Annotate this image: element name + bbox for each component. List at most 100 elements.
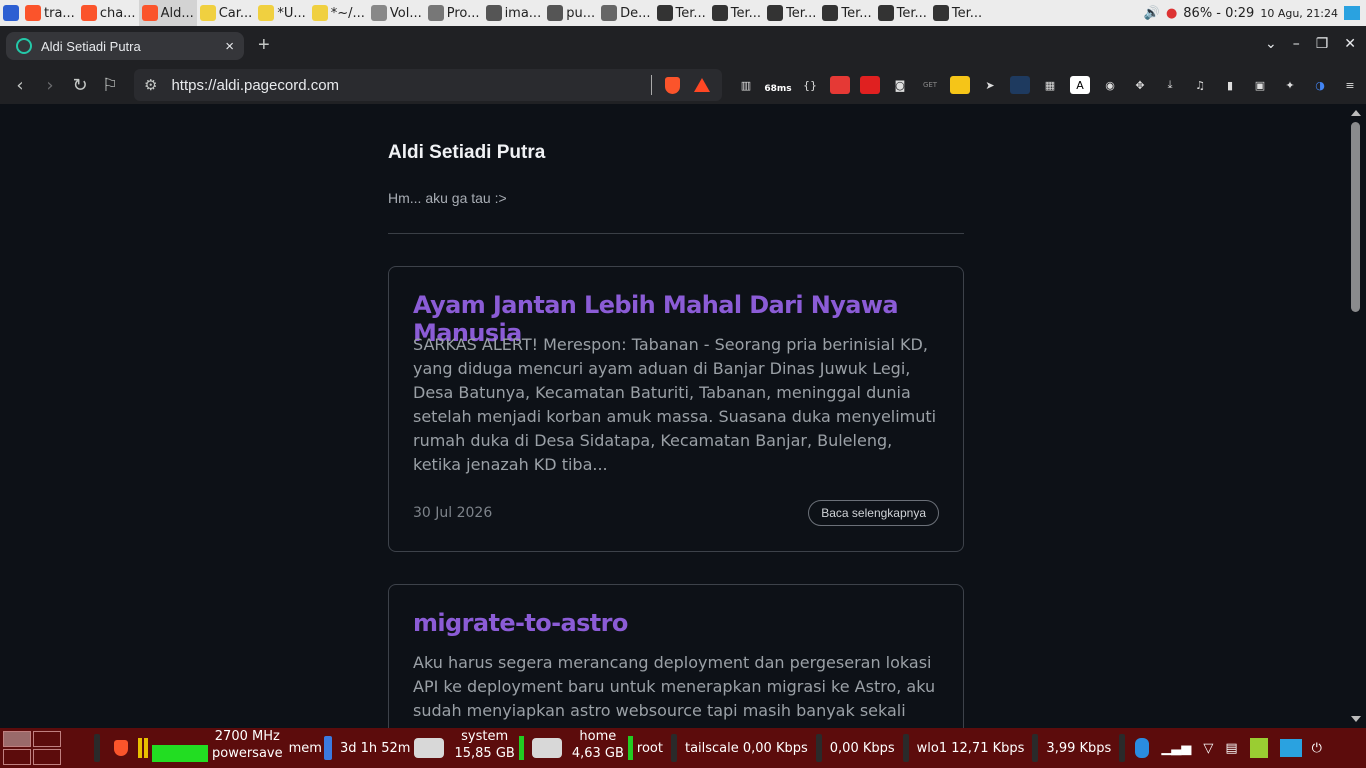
separator [1032, 734, 1039, 762]
read-more-button[interactable]: Baca selengkapnya [808, 500, 939, 526]
taskbar-window-button[interactable]: Ter... [875, 0, 930, 26]
wifi-icon[interactable]: ▽ [1203, 741, 1213, 756]
desktop-3[interactable] [3, 749, 31, 765]
sidebar-icon[interactable]: ▮ [1220, 76, 1240, 94]
extension-icon[interactable] [950, 76, 970, 94]
extension-icon[interactable]: GET [920, 76, 940, 94]
taskbar-window-button[interactable]: Ald... [138, 0, 197, 26]
notification-icon[interactable]: ● [1166, 6, 1177, 21]
post-card: Ayam Jantan Lebih Mahal Dari Nyawa Manus… [388, 266, 964, 552]
extension-icon[interactable]: ▦ [1040, 76, 1060, 94]
app-launcher[interactable] [0, 0, 22, 26]
volume-icon[interactable]: 🔊 [1144, 6, 1160, 21]
ping-extension-icon[interactable]: 68ms [764, 76, 791, 94]
address-bar[interactable]: ⚙ https://aldi.pagecord.com [134, 69, 722, 101]
site-settings-icon[interactable]: ⚙ [144, 76, 157, 94]
brave-shields-icon[interactable] [665, 76, 680, 94]
taskbar-window-button[interactable]: cha... [78, 0, 139, 26]
post-title[interactable]: migrate-to-astro [413, 609, 628, 637]
taskbar-window-button[interactable]: Ter... [930, 0, 985, 26]
bluetooth-icon[interactable] [1135, 738, 1150, 758]
taskbar-window-button[interactable]: *U... [255, 0, 308, 26]
menu-icon[interactable]: ≡ [1340, 76, 1360, 94]
forward-icon[interactable]: › [35, 75, 65, 96]
tailscale-up-rate: 0,00 Kbps [829, 740, 895, 756]
clock[interactable]: 10 Agu, 21:24 [1260, 7, 1338, 20]
brave-taskbar-icon[interactable] [114, 740, 128, 756]
puzzle-icon[interactable]: ✥ [1130, 76, 1150, 94]
url-text[interactable]: https://aldi.pagecord.com [171, 77, 339, 94]
extension-icon[interactable]: ▥ [736, 76, 756, 94]
taskbar-window-button[interactable]: Car... [197, 0, 256, 26]
profile-icon[interactable]: ◑ [1310, 76, 1330, 94]
tab-title: Aldi Setiadi Putra [41, 38, 141, 54]
maximize-icon[interactable]: ❐ [1316, 36, 1329, 52]
site-title[interactable]: Aldi Setiadi Putra [388, 142, 545, 164]
taskbar-window-button[interactable]: pu... [544, 0, 598, 26]
window-label: pu... [566, 5, 596, 21]
extension-icon[interactable]: A [1070, 76, 1090, 94]
desktop-1[interactable] [3, 731, 31, 747]
app-icon [311, 5, 328, 21]
taskbar-window-button[interactable]: tra... [22, 0, 78, 26]
cpu-freq-widget: 2700 MHz powersave [208, 728, 287, 768]
tab-search-icon[interactable]: ⌄ [1265, 36, 1277, 52]
desktop-4[interactable] [33, 749, 61, 765]
taskbar-window-button[interactable]: Vol... [368, 0, 425, 26]
desktop-icon[interactable] [1344, 6, 1360, 20]
site-description: Hm... aku ga tau :> [388, 190, 507, 206]
window-label: Ter... [786, 5, 817, 21]
taskbar-window-button[interactable]: Ter... [819, 0, 874, 26]
extension-icon[interactable] [830, 76, 850, 94]
wallet-icon[interactable]: ▣ [1250, 76, 1270, 94]
close-window-icon[interactable]: ✕ [1344, 36, 1356, 52]
battery-status[interactable]: 86% - 0:29 [1183, 6, 1254, 21]
window-label: Car... [218, 5, 253, 21]
taskbar-window-button[interactable]: ima... [483, 0, 545, 26]
taskbar-window-button[interactable]: Ter... [654, 0, 709, 26]
app-icon [485, 5, 502, 21]
download-icon[interactable]: ⤓ [1160, 76, 1180, 94]
tab-active[interactable]: Aldi Setiadi Putra × [6, 32, 244, 60]
scroll-up-icon[interactable] [1351, 110, 1361, 116]
taskbar-window-button[interactable]: Ter... [764, 0, 819, 26]
json-extension-icon[interactable]: {} [800, 76, 820, 94]
scrollbar-thumb[interactable] [1351, 122, 1360, 312]
leo-ai-icon[interactable]: ✦ [1280, 76, 1300, 94]
taskbar-window-button[interactable]: *~/... [309, 0, 368, 26]
taskbar-window-button[interactable]: Pro... [425, 0, 483, 26]
taskbar-window-button[interactable]: De... [598, 0, 653, 26]
scrollbar[interactable] [1348, 104, 1366, 728]
window-label: Ter... [730, 5, 762, 21]
tab-close-icon[interactable]: × [225, 38, 234, 55]
clipboard-icon[interactable]: ▤ [1225, 741, 1237, 756]
trash-icon[interactable] [1249, 738, 1268, 758]
signal-icon[interactable]: ▁▃▅ [1161, 741, 1191, 756]
reload-icon[interactable]: ↻ [65, 75, 95, 96]
scroll-down-icon[interactable] [1351, 716, 1361, 722]
drive-system: system 15,85 GB [450, 728, 518, 768]
drive-name: system [461, 729, 509, 744]
app-icon [258, 5, 275, 21]
window-label: Ter... [675, 5, 706, 21]
taskbar-window-button[interactable]: Ter... [709, 0, 764, 26]
brave-rewards-icon[interactable] [694, 78, 710, 92]
app-icon [547, 5, 564, 21]
record-icon[interactable]: ◉ [1100, 76, 1120, 94]
extension-icon[interactable] [860, 76, 880, 94]
cursor-icon[interactable]: ➤ [980, 76, 1000, 94]
desktop-2[interactable] [33, 731, 61, 747]
wlo1-rate: wlo1 12,71 Kbps [916, 740, 1025, 756]
power-icon[interactable]: ⏻ [1312, 741, 1322, 756]
extension-icon[interactable] [1010, 76, 1030, 94]
music-icon[interactable]: ♫ [1190, 76, 1210, 94]
screenshot-icon[interactable] [1279, 739, 1302, 757]
tailscale-rate: tailscale 0,00 Kbps [684, 740, 808, 756]
new-tab-button[interactable]: + [258, 34, 270, 57]
bookmark-icon[interactable]: ⚐ [95, 75, 125, 96]
back-icon[interactable]: ‹ [5, 75, 35, 96]
pager[interactable] [0, 728, 64, 768]
extensions-area: ▥ 68ms {} ◙ GET ➤ ▦ A ◉ ✥ ⤓ ♫ ▮ ▣ ✦ ◑ ≡ [736, 66, 1360, 104]
camera-icon[interactable]: ◙ [890, 76, 910, 94]
minimize-icon[interactable]: – [1293, 36, 1300, 52]
